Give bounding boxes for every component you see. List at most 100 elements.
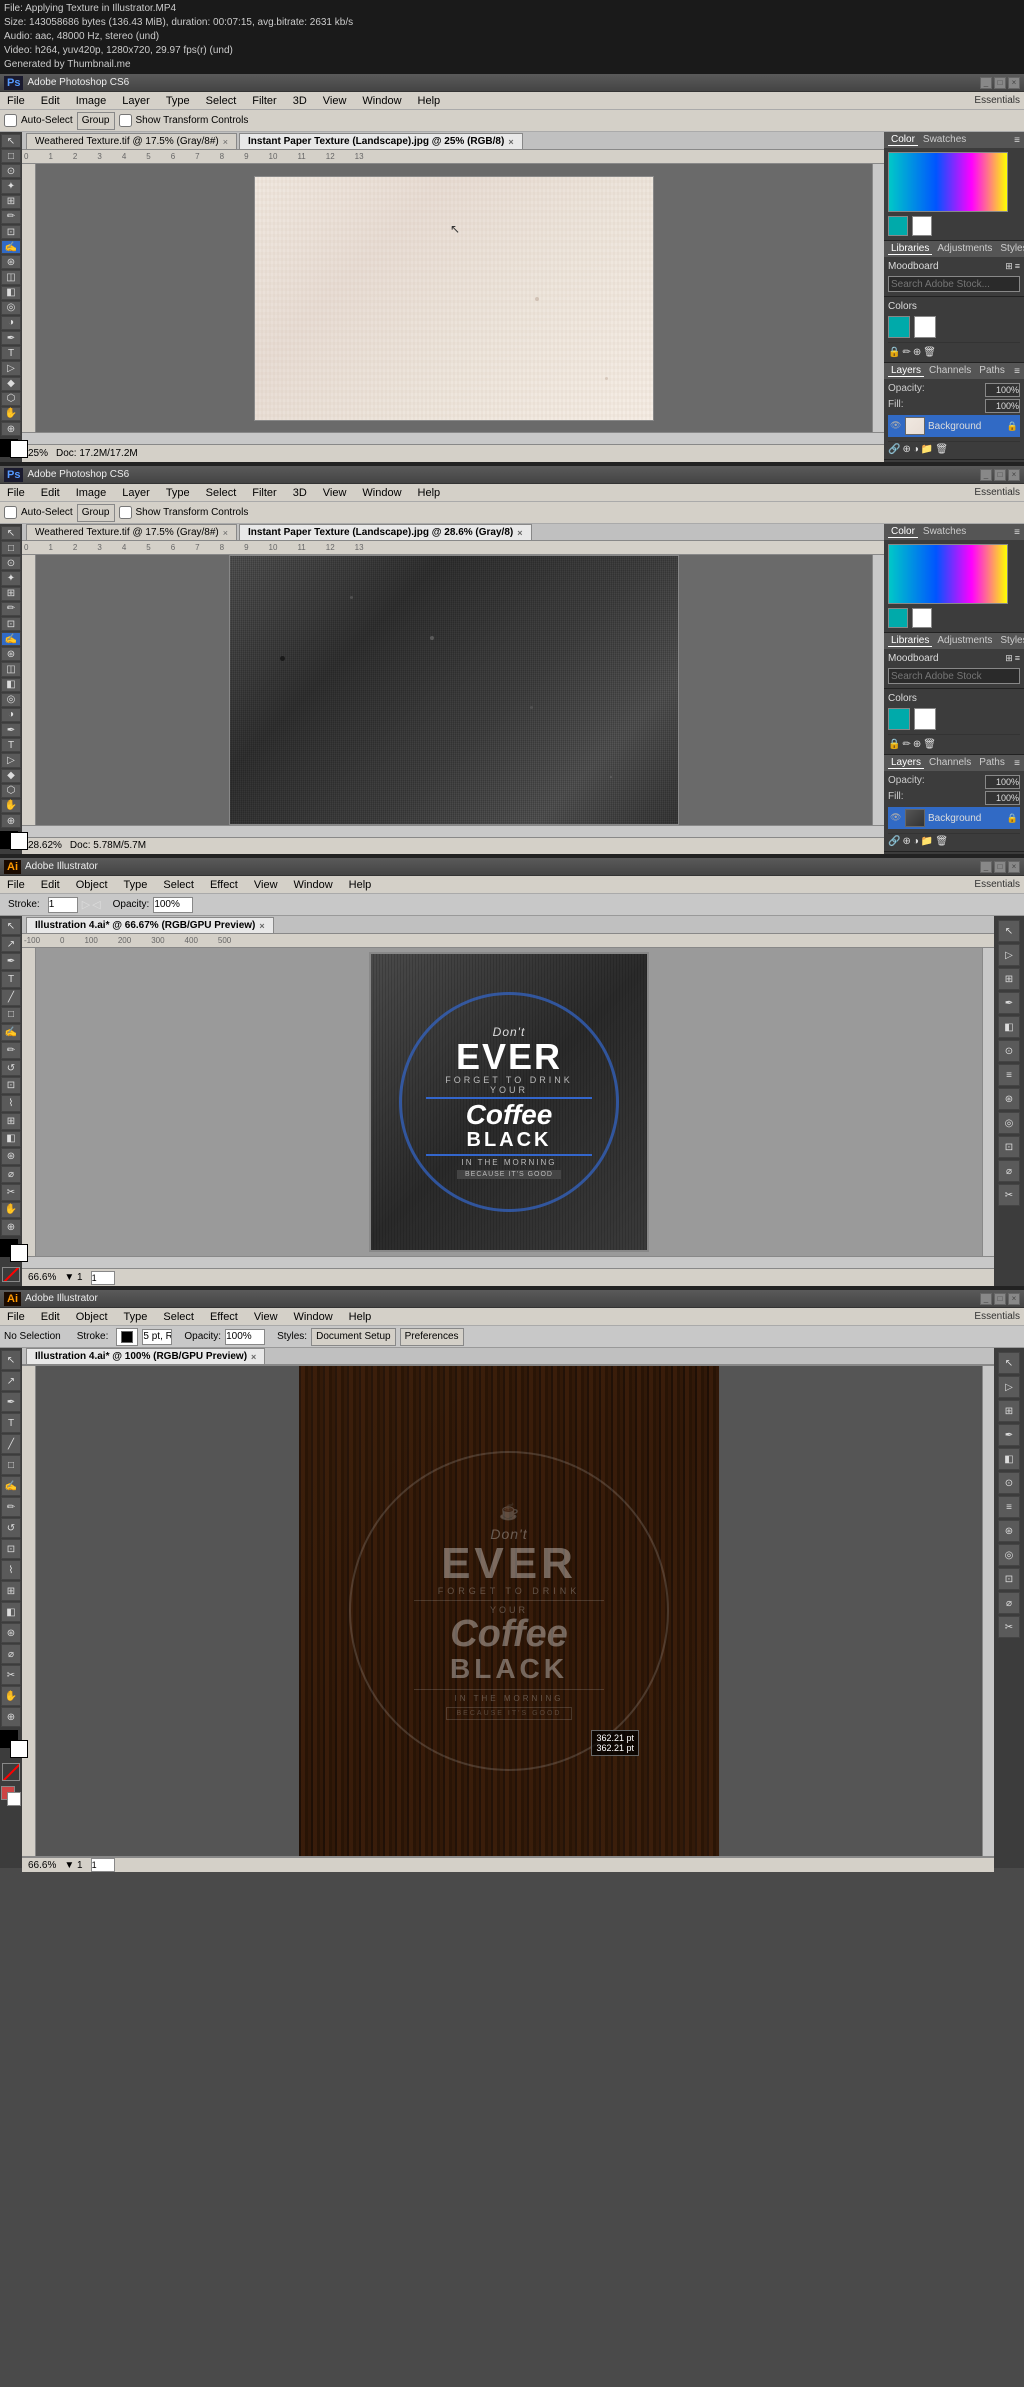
ai1-artboard-input[interactable] — [91, 1271, 115, 1285]
ps2-menu-3d[interactable]: 3D — [290, 486, 310, 500]
ai2-stroke-pt-input[interactable] — [142, 1329, 172, 1345]
ai1-tool-select[interactable]: ↖ — [1, 918, 21, 935]
menu-edit[interactable]: Edit — [38, 94, 63, 108]
menu-3d[interactable]: 3D — [290, 94, 310, 108]
ps2-tool-dodge[interactable]: ◑ — [1, 708, 21, 722]
ps1-channels-tab[interactable]: Channels — [926, 365, 974, 377]
ps1-color-white[interactable] — [914, 316, 936, 338]
ps2-tool-path-select[interactable]: ▷ — [1, 753, 21, 767]
ai1-tool-paintbrush[interactable]: ✍ — [1, 1024, 21, 1041]
ai1-tool-rect[interactable]: □ — [1, 1007, 21, 1024]
background-color[interactable] — [10, 440, 28, 458]
ai2-artboard-input[interactable] — [91, 1858, 115, 1872]
ps1-layers-tab[interactable]: Layers — [888, 365, 924, 377]
ps2-tool-brush[interactable]: ✍ — [1, 632, 21, 646]
swatch-white[interactable] — [912, 216, 932, 236]
ps2-tab-paper[interactable]: Instant Paper Texture (Landscape).jpg @ … — [239, 524, 531, 540]
ps2-swatch-white[interactable] — [912, 608, 932, 628]
menu-image[interactable]: Image — [73, 94, 110, 108]
ps2-minimize-button[interactable]: _ — [980, 469, 992, 481]
ai2-menu-file[interactable]: File — [4, 1310, 28, 1324]
ps1-tab-paper[interactable]: Instant Paper Texture (Landscape).jpg @ … — [239, 133, 523, 149]
ps2-color-teal[interactable] — [888, 708, 910, 730]
ps2-swatch-teal[interactable] — [888, 608, 908, 628]
ai1-opacity-input[interactable] — [153, 897, 193, 913]
tool-eraser[interactable]: ◫ — [1, 270, 21, 284]
ai2-panel-btn-5[interactable]: ◧ — [998, 1448, 1020, 1470]
ai2-opacity-input[interactable] — [225, 1329, 265, 1345]
ps1-tool-icon-2[interactable]: ✏ — [902, 347, 910, 358]
ai1-tool-scissors[interactable]: ✂ — [1, 1184, 21, 1201]
ps2-menu-view[interactable]: View — [320, 486, 350, 500]
ai2-panel-btn-10[interactable]: ⊡ — [998, 1568, 1020, 1590]
tool-pen[interactable]: ✒ — [1, 331, 21, 345]
tool-move[interactable]: ↖ — [1, 134, 21, 148]
ps2-tool-gradient[interactable]: ◧ — [1, 678, 21, 692]
ps2-layers-tool-3[interactable]: ◑ — [913, 836, 919, 847]
menu-layer[interactable]: Layer — [119, 94, 153, 108]
ai1-panel-btn-1[interactable]: ↖ — [998, 920, 1020, 942]
ai1-menu-help[interactable]: Help — [346, 878, 375, 892]
ps2-close-button[interactable]: × — [1008, 469, 1020, 481]
ai2-tool-paintbrush[interactable]: ✍ — [1, 1476, 21, 1496]
ps2-fill-input[interactable] — [985, 791, 1020, 805]
ai2-tool-zoom[interactable]: ⊕ — [1, 1707, 21, 1727]
ai2-tool-rect[interactable]: □ — [1, 1455, 21, 1475]
ps2-color-tab[interactable]: Color — [888, 526, 918, 538]
ps1-color-teal[interactable] — [888, 316, 910, 338]
ps2-menu-edit[interactable]: Edit — [38, 486, 63, 500]
ai2-panel-btn-1[interactable]: ↖ — [998, 1352, 1020, 1374]
ps2-tab-paper-close[interactable]: × — [517, 528, 522, 538]
ps1-layers-tool-3[interactable]: ◑ — [913, 444, 919, 455]
ai1-menu-object[interactable]: Object — [73, 878, 111, 892]
menu-help[interactable]: Help — [415, 94, 444, 108]
ai1-menu-file[interactable]: File — [4, 878, 28, 892]
ai1-panel-btn-2[interactable]: ▷ — [998, 944, 1020, 966]
tool-dodge[interactable]: ◑ — [1, 316, 21, 330]
ai1-tool-zoom[interactable]: ⊕ — [1, 1219, 21, 1236]
ps1-color-tab[interactable]: Color — [888, 134, 918, 146]
menu-window[interactable]: Window — [359, 94, 404, 108]
color-gradient-bar[interactable] — [888, 152, 1008, 212]
ps2-tool-icon-1[interactable]: 🔒 — [888, 739, 900, 750]
ps1-layers-tool-1[interactable]: 🔗 — [888, 444, 900, 455]
ps1-scroll-h[interactable] — [22, 432, 884, 444]
ps2-tool-patch[interactable]: ⊡ — [1, 617, 21, 631]
tool-magic[interactable]: ✦ — [1, 179, 21, 193]
ps2-scroll-h[interactable] — [22, 825, 884, 837]
ps2-layers-tool-4[interactable]: 📁 — [921, 836, 933, 847]
ps2-tab-weathered-close[interactable]: × — [223, 528, 228, 538]
ps2-scroll-v[interactable] — [872, 555, 884, 825]
ai2-stroke-color-swatch[interactable] — [121, 1331, 133, 1343]
ai1-panel-btn-6[interactable]: ⊙ — [998, 1040, 1020, 1062]
ai2-menu-type[interactable]: Type — [121, 1310, 151, 1324]
menu-file[interactable]: File — [4, 94, 28, 108]
ai1-panel-btn-5[interactable]: ◧ — [998, 1016, 1020, 1038]
ps2-libraries-tab[interactable]: Libraries — [888, 635, 932, 647]
ai1-panel-btn-8[interactable]: ⊛ — [998, 1088, 1020, 1110]
ai2-tool-direct[interactable]: ↗ — [1, 1371, 21, 1391]
ps1-tab-weathered-close[interactable]: × — [223, 137, 228, 147]
ps1-fill-input[interactable] — [985, 399, 1020, 413]
ai2-panel-btn-6[interactable]: ⊙ — [998, 1472, 1020, 1494]
tool-eyedropper[interactable]: ✏ — [1, 210, 21, 224]
tool-stamp[interactable]: ⊛ — [1, 255, 21, 269]
ai1-tool-graph[interactable]: ⊞ — [1, 1113, 21, 1130]
ps1-layers-tool-5[interactable]: 🗑 — [935, 444, 948, 455]
ps1-layer-background[interactable]: 👁 Background 🔒 — [888, 415, 1020, 437]
ai1-tool-scale[interactable]: ⊡ — [1, 1077, 21, 1094]
ai2-maximize-button[interactable]: □ — [994, 1293, 1006, 1305]
ai1-menu-type[interactable]: Type — [121, 878, 151, 892]
ps2-lib-icon-2[interactable]: ≡ — [1015, 653, 1020, 664]
ps2-background-color[interactable] — [10, 832, 28, 850]
tool-text[interactable]: T — [1, 346, 21, 360]
ai2-tool-graph[interactable]: ⊞ — [1, 1581, 21, 1601]
ps1-tab-weathered[interactable]: Weathered Texture.tif @ 17.5% (Gray/8#) … — [26, 133, 237, 149]
ps1-libraries-tab[interactable]: Libraries — [888, 243, 932, 255]
ps1-opacity-input[interactable] — [985, 383, 1020, 397]
ai2-panel-btn-9[interactable]: ◎ — [998, 1544, 1020, 1566]
tool-path-select[interactable]: ▷ — [1, 361, 21, 375]
ps2-tool-pen[interactable]: ✒ — [1, 723, 21, 737]
ai1-stroke-input[interactable] — [48, 897, 78, 913]
ai1-tool-warp[interactable]: ⌇ — [1, 1095, 21, 1112]
